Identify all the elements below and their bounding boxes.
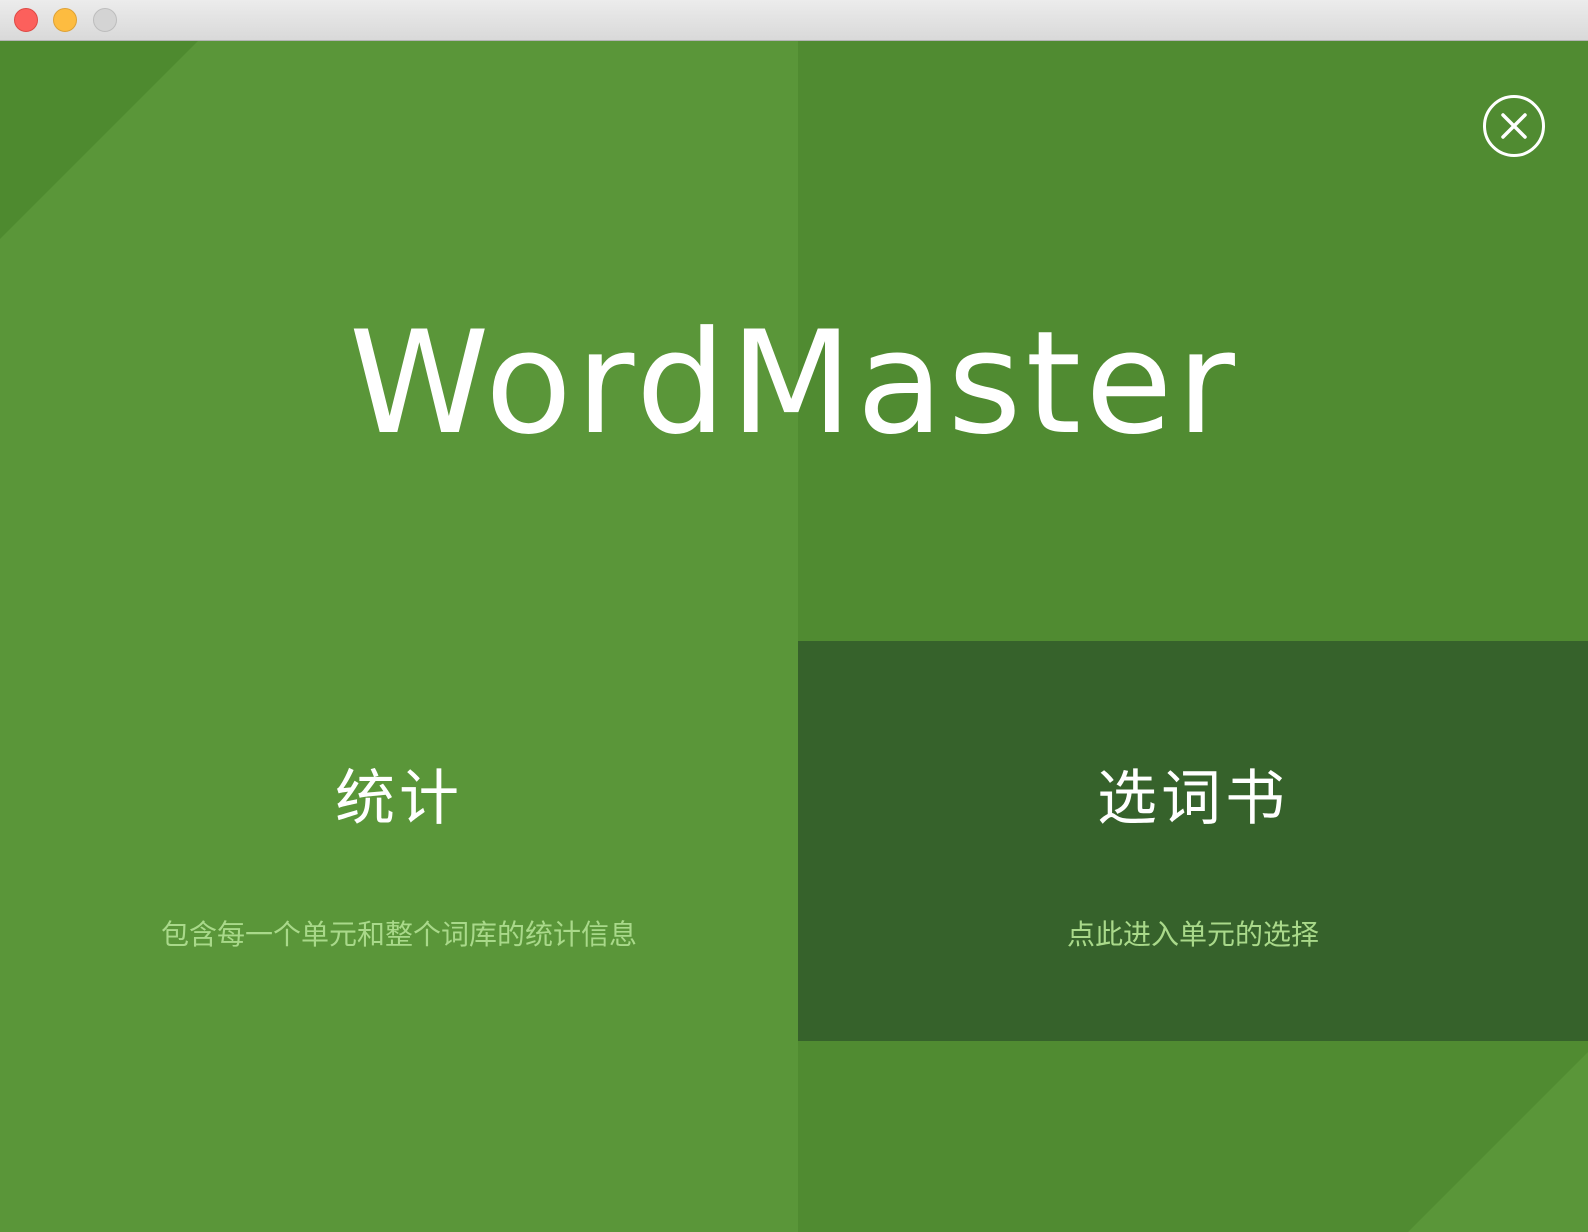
app-window: WordMaster 统计 包含每一个单元和整个词库的统计信息 选词书 点此进入… [0, 0, 1588, 1232]
stats-title: 统计 [335, 764, 463, 834]
corner-decoration-top-left [0, 41, 198, 239]
main-content: WordMaster 统计 包含每一个单元和整个词库的统计信息 选词书 点此进入… [0, 41, 1588, 1232]
close-circle-icon [1483, 95, 1545, 157]
choose-book-title: 选词书 [1097, 764, 1289, 834]
choose-book-card[interactable]: 选词书 点此进入单元的选择 [798, 641, 1588, 1041]
stats-card[interactable]: 统计 包含每一个单元和整个词库的统计信息 [0, 641, 798, 1041]
close-button[interactable] [1482, 94, 1546, 158]
window-minimize-button[interactable] [53, 8, 77, 32]
app-title: WordMaster [349, 301, 1239, 466]
window-zoom-button[interactable] [93, 8, 117, 32]
corner-decoration-bottom-right [1408, 1052, 1588, 1232]
window-close-button[interactable] [14, 8, 38, 32]
stats-description: 包含每一个单元和整个词库的统计信息 [160, 918, 637, 951]
window-titlebar[interactable] [0, 0, 1588, 41]
choose-book-description: 点此进入单元的选择 [1066, 918, 1319, 951]
